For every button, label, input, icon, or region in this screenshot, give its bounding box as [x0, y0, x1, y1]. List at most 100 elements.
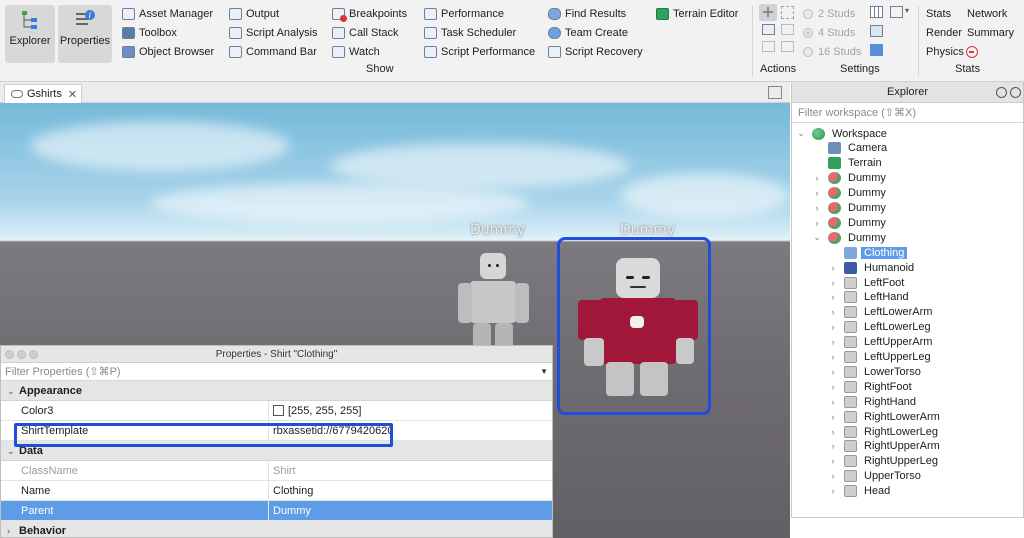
lock-action-icon[interactable]	[781, 41, 794, 52]
explorer-tree-item-rightlowerarm[interactable]: › RightLowerArm	[792, 409, 1023, 424]
chevron-down-icon[interactable]: ⌄	[796, 128, 806, 139]
render-button[interactable]: Render	[926, 25, 962, 41]
studs-4-radio[interactable]: 4 Studs	[803, 25, 855, 41]
chevron-right-icon[interactable]: ›	[828, 471, 838, 481]
asset-manager-button[interactable]: Asset Manager	[122, 6, 213, 22]
explorer-tree-item-dummy[interactable]: › Dummy	[792, 171, 1023, 186]
explorer-tree-item-leftlowerarm[interactable]: › LeftLowerArm	[792, 305, 1023, 320]
clear-stats-icon[interactable]	[966, 46, 978, 58]
explorer-tree-item-head[interactable]: › Head	[792, 484, 1023, 499]
breakpoints-button[interactable]: Breakpoints	[332, 6, 407, 22]
select-box-icon[interactable]	[781, 6, 794, 19]
chevron-down-icon[interactable]: ⌄	[812, 232, 822, 243]
property-value[interactable]: [255, 255, 255]	[273, 401, 552, 421]
chevron-right-icon[interactable]: ›	[828, 292, 838, 302]
toolbox-button[interactable]: Toolbox	[122, 25, 177, 41]
chevron-right-icon[interactable]: ›	[812, 188, 822, 198]
collision-icon[interactable]	[870, 44, 883, 56]
physics-button[interactable]: Physics	[926, 44, 964, 60]
explorer-tree-item-leftlowerleg[interactable]: › LeftLowerLeg	[792, 320, 1023, 335]
object-browser-button[interactable]: Object Browser	[122, 44, 214, 60]
property-row-color3[interactable]: Color3 [255, 255, 255]	[1, 401, 552, 421]
task-scheduler-button[interactable]: Task Scheduler	[424, 25, 516, 41]
grid-icon[interactable]	[870, 6, 883, 18]
find-results-button[interactable]: Find Results	[548, 6, 626, 22]
explorer-tree-item-camera[interactable]: Camera	[792, 141, 1023, 156]
tab-gshirts[interactable]: Gshirts ✕	[4, 84, 82, 103]
watch-button[interactable]: Watch	[332, 44, 380, 60]
script-recovery-button[interactable]: Script Recovery	[548, 44, 643, 60]
explorer-tree-item-rightfoot[interactable]: › RightFoot	[792, 379, 1023, 394]
properties-title-bar[interactable]: Properties - Shirt "Clothing"	[1, 346, 552, 363]
transform-action-button[interactable]	[759, 4, 777, 21]
explorer-button[interactable]: Explorer	[5, 5, 55, 63]
explorer-tree-item-dummy[interactable]: › Dummy	[792, 215, 1023, 230]
chevron-right-icon[interactable]: ›	[828, 412, 838, 422]
anchor-action-icon[interactable]	[762, 41, 775, 52]
call-stack-button[interactable]: Call Stack	[332, 25, 399, 41]
properties-button[interactable]: i Properties	[58, 5, 112, 63]
explorer-tree-item-lowertorso[interactable]: › LowerTorso	[792, 364, 1023, 379]
chevron-right-icon[interactable]: ›	[828, 337, 838, 347]
explorer-tree-item-leftupperarm[interactable]: › LeftUpperArm	[792, 335, 1023, 350]
summary-button[interactable]: Summary	[967, 25, 1014, 41]
chevron-right-icon[interactable]: ›	[828, 486, 838, 496]
group-action-icon[interactable]	[781, 24, 794, 35]
window-zoom-dot[interactable]	[29, 350, 38, 359]
chevron-right-icon[interactable]: ›	[828, 397, 838, 407]
explorer-filter-input[interactable]: Filter workspace (⇧⌘X)	[792, 103, 1023, 123]
chevron-right-icon[interactable]: ›	[828, 263, 838, 273]
property-row-classname[interactable]: ClassName Shirt	[1, 461, 552, 481]
chevron-right-icon[interactable]: ›	[828, 307, 838, 317]
performance-button[interactable]: Performance	[424, 6, 504, 22]
studs-16-radio[interactable]: 16 Studs	[803, 44, 861, 60]
window-close-dot[interactable]	[5, 350, 14, 359]
monitor-icon[interactable]	[762, 24, 775, 35]
explorer-tree-item-rightupperarm[interactable]: › RightUpperArm	[792, 439, 1023, 454]
explorer-tree-item-humanoid[interactable]: › Humanoid	[792, 260, 1023, 275]
network-button[interactable]: Network	[967, 6, 1007, 22]
explorer-tree-item-terrain[interactable]: Terrain	[792, 156, 1023, 171]
close-icon[interactable]: ✕	[68, 88, 77, 101]
constraint-icon[interactable]	[870, 25, 883, 37]
output-button[interactable]: Output	[229, 6, 279, 22]
chevron-right-icon[interactable]: ›	[828, 456, 838, 466]
chevron-right-icon[interactable]: ›	[828, 441, 838, 451]
team-create-button[interactable]: Team Create	[548, 25, 628, 41]
properties-filter-input[interactable]: Filter Properties (⇧⌘P) ▼	[1, 363, 552, 381]
chevron-right-icon[interactable]: ›	[828, 322, 838, 332]
chevron-right-icon[interactable]: ›	[828, 427, 838, 437]
stats-button[interactable]: Stats	[926, 6, 951, 22]
explorer-tree-item-lefthand[interactable]: › LeftHand	[792, 290, 1023, 305]
chevron-right-icon[interactable]: ›	[828, 367, 838, 377]
explorer-tree-item-clothing[interactable]: Clothing	[792, 245, 1023, 260]
command-bar-button[interactable]: Command Bar	[229, 44, 317, 60]
explorer-tree-item-dummy[interactable]: › Dummy	[792, 186, 1023, 201]
explorer-tree-item-leftupperleg[interactable]: › LeftUpperLeg	[792, 350, 1023, 365]
category-behavior[interactable]: › Behavior	[1, 521, 552, 537]
explorer-tree-item-workspace[interactable]: ⌄ Workspace	[792, 126, 1023, 141]
chevron-right-icon[interactable]: ›	[828, 382, 838, 392]
chevron-right-icon[interactable]: ›	[828, 278, 838, 288]
restore-window-icon[interactable]	[768, 86, 782, 99]
chevron-right-icon[interactable]: ›	[828, 352, 838, 362]
chevron-right-icon[interactable]: ›	[812, 203, 822, 213]
window-minimize-dot[interactable]	[17, 350, 26, 359]
property-row-name[interactable]: Name Clothing	[1, 481, 552, 501]
studs-2-radio[interactable]: 2 Studs	[803, 6, 855, 22]
chevron-down-icon[interactable]: ▼	[540, 363, 548, 381]
explorer-tree-item-righthand[interactable]: › RightHand	[792, 394, 1023, 409]
category-appearance[interactable]: ⌄ Appearance	[1, 381, 552, 401]
explorer-tree-item-rightupperleg[interactable]: › RightUpperLeg	[792, 454, 1023, 469]
explorer-tree-item-dummy[interactable]: › Dummy	[792, 201, 1023, 216]
explorer-tree-item-uppertorso[interactable]: › UpperTorso	[792, 469, 1023, 484]
script-performance-button[interactable]: Script Performance	[424, 44, 535, 60]
explorer-tree-item-rightlowerleg[interactable]: › RightLowerLeg	[792, 424, 1023, 439]
layout-icon[interactable]	[890, 6, 903, 18]
explorer-tree-item-dummy[interactable]: ⌄ Dummy	[792, 230, 1023, 245]
property-value[interactable]: Clothing	[273, 481, 552, 501]
close-panel-icon[interactable]	[1010, 87, 1021, 98]
script-analysis-button[interactable]: Script Analysis	[229, 25, 318, 41]
color-swatch[interactable]	[273, 405, 284, 416]
settings-icon[interactable]	[996, 87, 1007, 98]
